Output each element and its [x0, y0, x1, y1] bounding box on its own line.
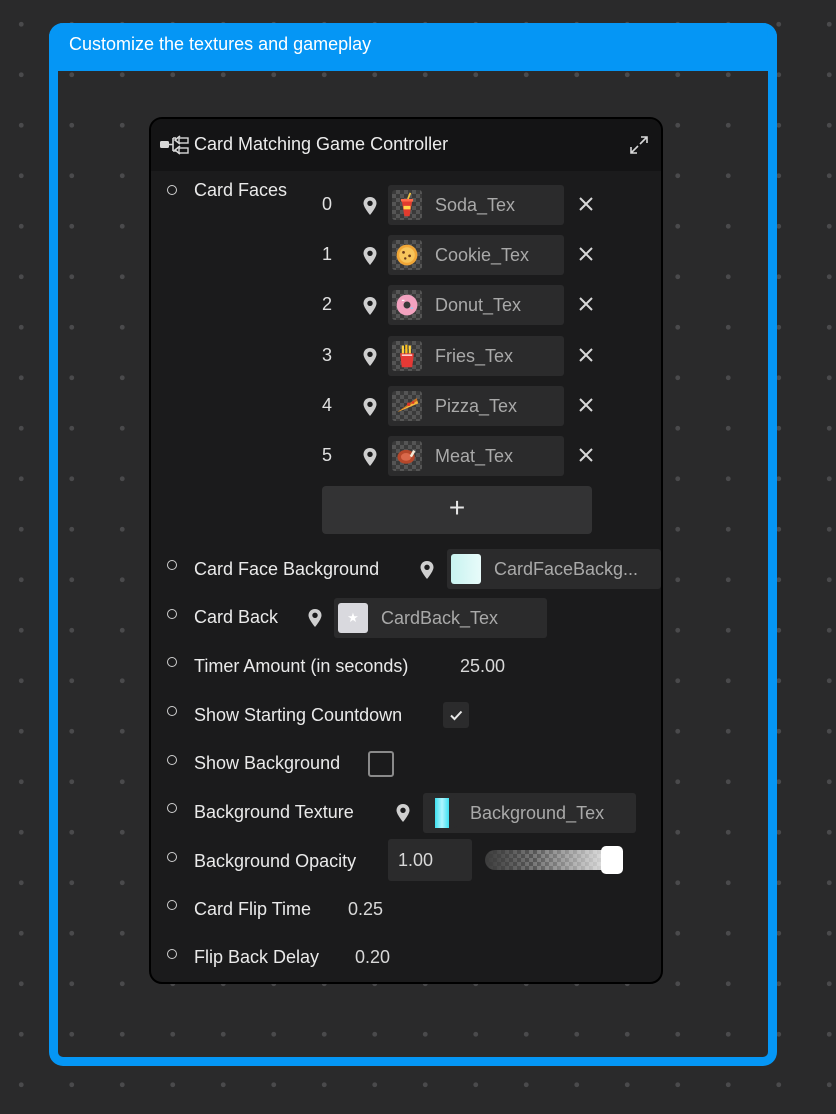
card-face-field[interactable]: Fries_Tex — [388, 335, 564, 376]
row-indicator — [167, 755, 177, 765]
background-texture-preview — [435, 798, 449, 828]
card-faces-label: Card Faces — [194, 180, 288, 200]
row-indicator — [167, 185, 177, 195]
pin-icon[interactable] — [362, 397, 378, 417]
expand-icon[interactable] — [629, 135, 649, 155]
card-face-index: 4 — [322, 394, 333, 415]
panel-header: Card Matching Game Controller — [151, 119, 661, 171]
pin-icon[interactable] — [362, 447, 378, 467]
card-back-field[interactable]: ★ CardBack_Tex — [334, 598, 547, 638]
card-face-background-field[interactable]: CardFaceBackg... — [447, 549, 661, 589]
row-indicator — [167, 560, 177, 570]
remove-icon[interactable] — [578, 246, 594, 262]
checkmark-icon — [450, 710, 463, 721]
asset-name: Soda_Tex — [435, 195, 516, 215]
card-face-field[interactable]: Soda_Tex — [388, 185, 564, 225]
pin-icon[interactable] — [362, 296, 378, 316]
background-opacity-label: Background Opacity — [194, 851, 357, 871]
row-indicator — [167, 900, 177, 910]
inspector-panel: Card Matching Game Controller Card Faces… — [149, 117, 663, 984]
component-icon — [160, 135, 189, 155]
asset-name: Background_Tex — [470, 803, 605, 823]
show-starting-countdown-label: Show Starting Countdown — [194, 705, 403, 725]
background-texture-field[interactable]: Background_Tex — [423, 793, 636, 833]
cookie-icon — [392, 240, 422, 271]
show-starting-countdown-checkbox[interactable] — [443, 702, 469, 728]
row-indicator — [167, 657, 177, 667]
card-face-field[interactable]: Donut_Tex — [388, 285, 564, 326]
asset-name: Pizza_Tex — [435, 395, 518, 416]
pin-icon[interactable] — [307, 608, 323, 628]
slider-handle[interactable] — [601, 846, 623, 874]
row-indicator — [167, 706, 177, 716]
panel-title: Card Matching Game Controller — [194, 134, 449, 154]
timer-amount-value[interactable]: 25.00 — [460, 656, 505, 677]
timer-amount-label: Timer Amount (in seconds) — [194, 656, 409, 676]
card-face-index: 1 — [322, 244, 333, 265]
row-indicator — [167, 609, 177, 619]
background-opacity-value: 1.00 — [398, 850, 434, 870]
asset-name: CardFaceBackg... — [494, 559, 639, 579]
card-flip-time-label: Card Flip Time — [194, 899, 312, 919]
add-card-face-button[interactable]: + — [322, 486, 592, 534]
pin-icon[interactable] — [395, 803, 411, 823]
pin-icon[interactable] — [362, 347, 378, 367]
card-face-index: 5 — [322, 445, 333, 465]
texture-thumbnail: ★ — [338, 603, 368, 633]
star-icon: ★ — [347, 610, 359, 626]
show-background-label: Show Background — [194, 753, 341, 773]
flip-back-delay-value[interactable]: 0.20 — [355, 947, 390, 968]
frame-title: Customize the textures and gameplay — [69, 34, 372, 54]
texture-thumbnail — [427, 798, 457, 828]
remove-icon[interactable] — [578, 196, 594, 212]
texture-thumbnail — [451, 554, 481, 584]
asset-name: Fries_Tex — [435, 345, 514, 366]
card-flip-time-value[interactable]: 0.25 — [348, 899, 383, 920]
donut-icon — [392, 290, 422, 321]
row-indicator — [167, 852, 177, 862]
remove-icon[interactable] — [578, 347, 594, 363]
pizza-icon — [392, 390, 422, 421]
remove-icon[interactable] — [578, 447, 594, 463]
asset-name: CardBack_Tex — [381, 608, 499, 628]
card-face-field[interactable]: Cookie_Tex — [388, 235, 564, 276]
asset-name: Meat_Tex — [435, 446, 514, 466]
pin-icon[interactable] — [362, 196, 378, 216]
remove-icon[interactable] — [578, 296, 594, 312]
fries-icon — [392, 340, 422, 371]
card-face-index: 3 — [322, 344, 333, 365]
row-indicator — [167, 949, 177, 959]
card-face-index: 2 — [322, 294, 333, 315]
background-texture-label: Background Texture — [194, 802, 354, 822]
card-face-field[interactable]: Pizza_Tex — [388, 385, 564, 426]
card-face-field[interactable]: Meat_Tex — [388, 436, 564, 476]
flip-back-delay-label: Flip Back Delay — [194, 947, 320, 967]
card-back-label: Card Back — [194, 607, 279, 627]
background-opacity-input[interactable]: 1.00 — [388, 839, 472, 881]
asset-name: Donut_Tex — [435, 295, 522, 316]
pin-icon[interactable] — [362, 246, 378, 266]
pin-icon[interactable] — [419, 560, 435, 580]
card-face-background-label: Card Face Background — [194, 559, 380, 579]
remove-icon[interactable] — [578, 397, 594, 413]
meat-icon — [392, 441, 422, 471]
show-background-checkbox[interactable] — [368, 751, 394, 777]
asset-name: Cookie_Tex — [435, 245, 530, 266]
soda-icon — [392, 190, 422, 220]
row-indicator — [167, 803, 177, 813]
card-face-index: 0 — [322, 194, 333, 214]
